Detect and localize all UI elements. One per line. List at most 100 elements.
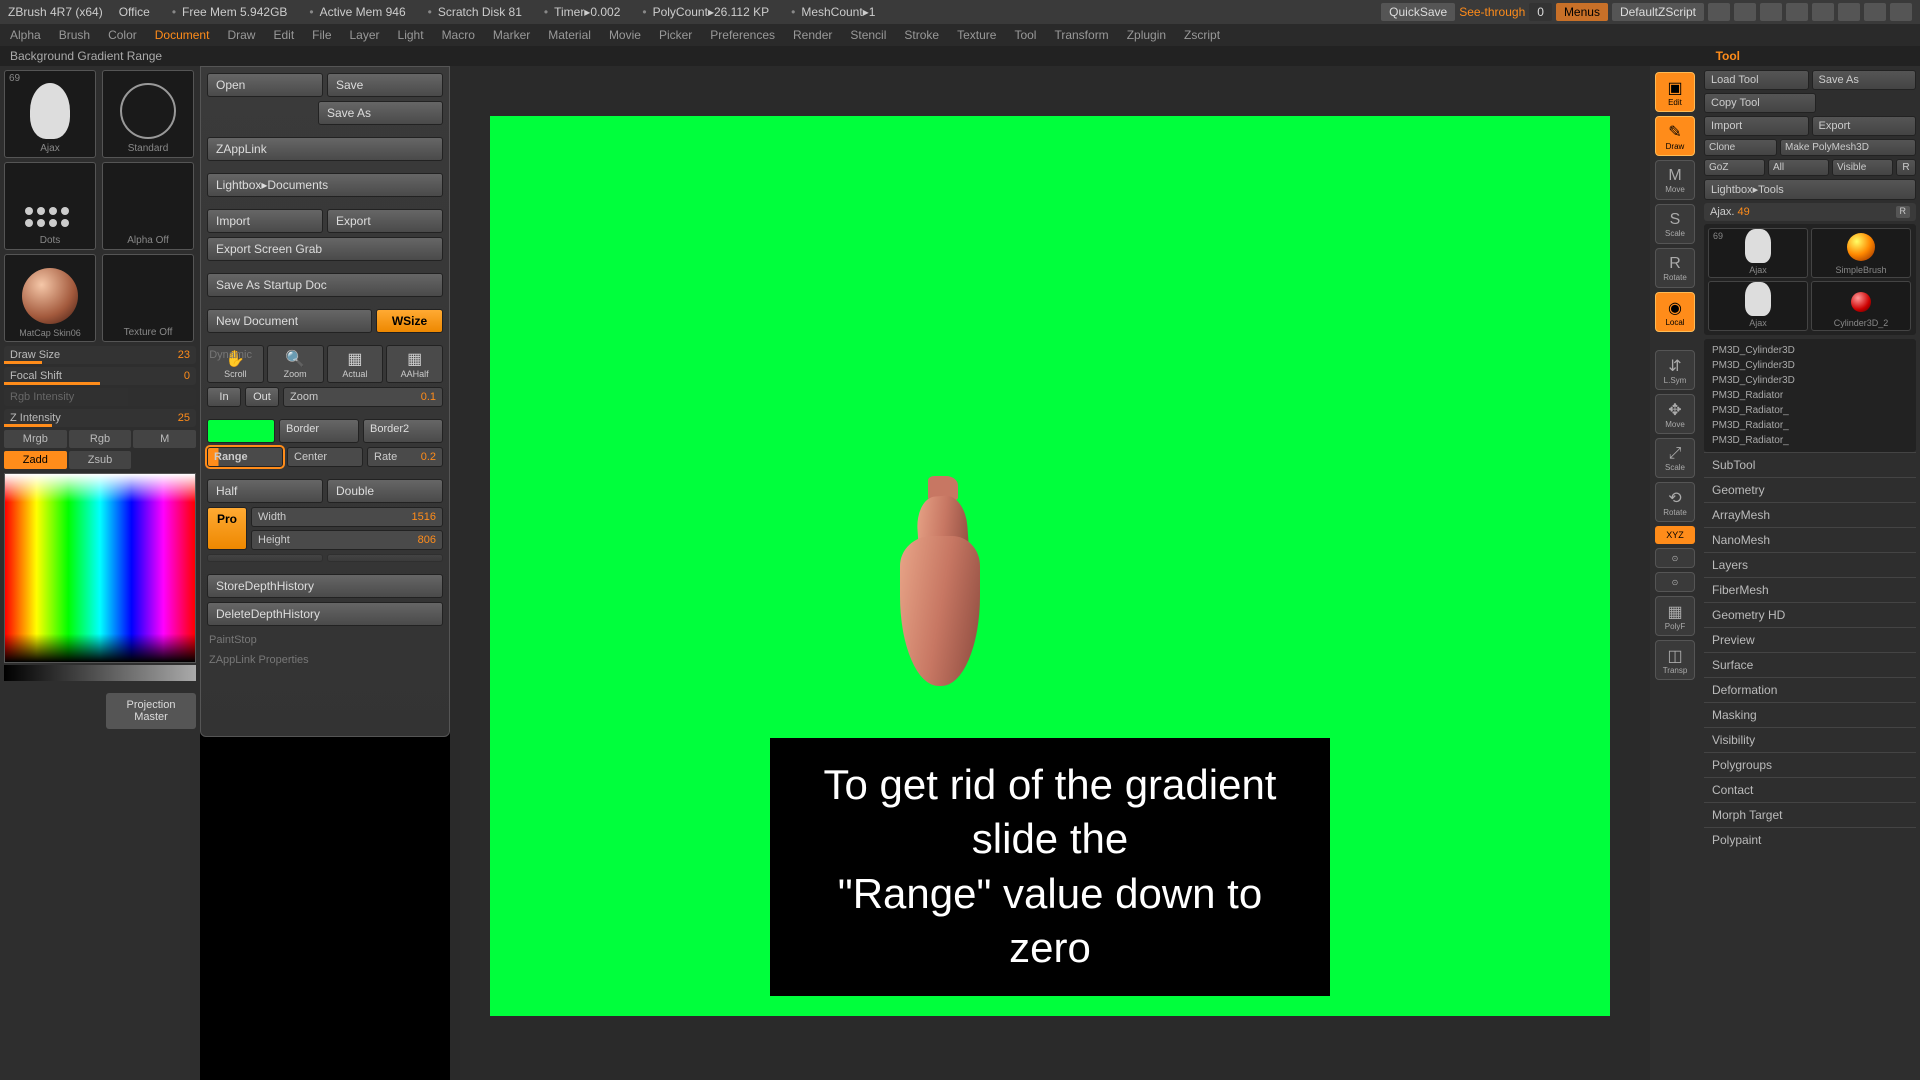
- pro-button[interactable]: Pro: [207, 507, 247, 550]
- zapplink-button[interactable]: ZAppLink: [207, 137, 443, 161]
- section-surface[interactable]: Surface: [1704, 652, 1916, 677]
- section-fibermesh[interactable]: FiberMesh: [1704, 577, 1916, 602]
- zoom-button[interactable]: 🔍Zoom: [267, 345, 324, 383]
- menu-light[interactable]: Light: [398, 28, 424, 42]
- goz-visible-button[interactable]: Visible: [1832, 159, 1893, 176]
- import-button[interactable]: Import: [207, 209, 323, 233]
- tool-list-item[interactable]: PM3D_Radiator_: [1708, 433, 1912, 448]
- wsize-button[interactable]: WSize: [376, 309, 443, 333]
- saveas-button[interactable]: Save As: [318, 101, 443, 125]
- seethrough-label[interactable]: See-through: [1459, 5, 1525, 19]
- actual-button[interactable]: ▦Actual: [327, 345, 384, 383]
- clone-button[interactable]: Clone: [1704, 139, 1777, 156]
- menu-movie[interactable]: Movie: [609, 28, 641, 42]
- section-geometry[interactable]: Geometry: [1704, 477, 1916, 502]
- make-polymesh-button[interactable]: Make PolyMesh3D: [1780, 139, 1916, 156]
- arrow-right-icon[interactable]: [1734, 3, 1756, 21]
- menus-button[interactable]: Menus: [1556, 3, 1608, 21]
- mesh-object[interactable]: [900, 466, 980, 686]
- section-contact[interactable]: Contact: [1704, 777, 1916, 802]
- nav-rotate-button[interactable]: ⟲Rotate: [1655, 482, 1695, 522]
- back-color-swatch[interactable]: [207, 419, 275, 443]
- border2-button[interactable]: Border2: [363, 419, 443, 443]
- menu-color[interactable]: Color: [108, 28, 137, 42]
- menu-stencil[interactable]: Stencil: [850, 28, 886, 42]
- goz-all-button[interactable]: All: [1768, 159, 1829, 176]
- in-button[interactable]: In: [207, 387, 241, 407]
- r-badge[interactable]: R: [1896, 206, 1911, 218]
- range-slider[interactable]: Range: [207, 447, 283, 467]
- section-preview[interactable]: Preview: [1704, 627, 1916, 652]
- section-polygroups[interactable]: Polygroups: [1704, 752, 1916, 777]
- lightbox-tools-button[interactable]: Lightbox▸Tools: [1704, 179, 1916, 200]
- maximize-icon[interactable]: [1864, 3, 1886, 21]
- menu-draw[interactable]: Draw: [227, 28, 255, 42]
- tool-export-button[interactable]: Export: [1812, 116, 1917, 136]
- menu-file[interactable]: File: [312, 28, 331, 42]
- tool-header[interactable]: Tool: [1716, 49, 1740, 63]
- nav-scale-button[interactable]: ⤢Scale: [1655, 438, 1695, 478]
- mrgb-toggle[interactable]: Mrgb: [4, 430, 67, 448]
- center-slider[interactable]: Center: [287, 447, 363, 467]
- draw-size-slider[interactable]: Draw Size23 Dynamic: [4, 346, 196, 364]
- section-polypaint[interactable]: Polypaint: [1704, 827, 1916, 852]
- draw-mode-button[interactable]: ✎Draw: [1655, 116, 1695, 156]
- menu-material[interactable]: Material: [548, 28, 591, 42]
- menu-brush[interactable]: Brush: [59, 28, 90, 42]
- section-arraymesh[interactable]: ArrayMesh: [1704, 502, 1916, 527]
- menu-zscript[interactable]: Zscript: [1184, 28, 1220, 42]
- half-button[interactable]: Half: [207, 479, 323, 503]
- menu-texture[interactable]: Texture: [957, 28, 996, 42]
- tool-list-item[interactable]: PM3D_Radiator_: [1708, 403, 1912, 418]
- tool-list-item[interactable]: PM3D_Cylinder3D: [1708, 358, 1912, 373]
- export-grab-button[interactable]: Export Screen Grab: [207, 237, 443, 261]
- tool-import-button[interactable]: Import: [1704, 116, 1809, 136]
- save-startup-button[interactable]: Save As Startup Doc: [207, 273, 443, 297]
- delete-depth-button[interactable]: DeleteDepthHistory: [207, 602, 443, 626]
- section-visibility[interactable]: Visibility: [1704, 727, 1916, 752]
- tool-list-item[interactable]: PM3D_Radiator_: [1708, 418, 1912, 433]
- color-picker[interactable]: [4, 473, 196, 663]
- polyf-button[interactable]: ▦PolyF: [1655, 596, 1695, 636]
- menu-macro[interactable]: Macro: [442, 28, 475, 42]
- tool-saveas-button[interactable]: Save As: [1812, 70, 1917, 90]
- axis-button-1[interactable]: ⊙: [1655, 548, 1695, 568]
- height-slider[interactable]: Height806: [251, 530, 443, 550]
- texture-thumb[interactable]: Texture Off: [102, 254, 194, 342]
- window-icon-2[interactable]: [1786, 3, 1808, 21]
- menu-picker[interactable]: Picker: [659, 28, 692, 42]
- lock-icon[interactable]: [1812, 3, 1834, 21]
- menu-marker[interactable]: Marker: [493, 28, 530, 42]
- z-intensity-slider[interactable]: Z Intensity25: [4, 409, 196, 427]
- m-toggle[interactable]: M: [133, 430, 196, 448]
- copy-tool-button[interactable]: Copy Tool: [1704, 93, 1816, 113]
- menu-stroke[interactable]: Stroke: [904, 28, 939, 42]
- material-thumb[interactable]: MatCap Skin06: [4, 254, 96, 342]
- lightbox-docs-button[interactable]: Lightbox▸Documents: [207, 173, 443, 197]
- dots-thumb[interactable]: Dots: [4, 162, 96, 250]
- tool-list-item[interactable]: PM3D_Radiator: [1708, 388, 1912, 403]
- move-mode-button[interactable]: MMove: [1655, 160, 1695, 200]
- gradient-bar[interactable]: [4, 665, 196, 681]
- tool-list-item[interactable]: PM3D_Cylinder3D: [1708, 343, 1912, 358]
- window-icon-1[interactable]: [1760, 3, 1782, 21]
- menu-zplugin[interactable]: Zplugin: [1127, 28, 1166, 42]
- menu-transform[interactable]: Transform: [1054, 28, 1108, 42]
- xyz-button[interactable]: XYZ: [1655, 526, 1695, 544]
- menu-layer[interactable]: Layer: [350, 28, 380, 42]
- section-morph-target[interactable]: Morph Target: [1704, 802, 1916, 827]
- tool-cell-ajax2[interactable]: Ajax: [1708, 281, 1808, 331]
- rotate-mode-button[interactable]: RRotate: [1655, 248, 1695, 288]
- zadd-toggle[interactable]: Zadd: [4, 451, 67, 469]
- section-masking[interactable]: Masking: [1704, 702, 1916, 727]
- seethrough-value[interactable]: 0: [1529, 3, 1552, 21]
- section-deformation[interactable]: Deformation: [1704, 677, 1916, 702]
- width-slider[interactable]: Width1516: [251, 507, 443, 527]
- edit-mode-button[interactable]: ▣Edit: [1655, 72, 1695, 112]
- tool-cell-ajax[interactable]: 69Ajax: [1708, 228, 1808, 278]
- close-icon[interactable]: [1890, 3, 1912, 21]
- menu-render[interactable]: Render: [793, 28, 832, 42]
- focal-shift-slider[interactable]: Focal Shift0: [4, 367, 196, 385]
- rgb-toggle[interactable]: Rgb: [69, 430, 132, 448]
- section-geometry-hd[interactable]: Geometry HD: [1704, 602, 1916, 627]
